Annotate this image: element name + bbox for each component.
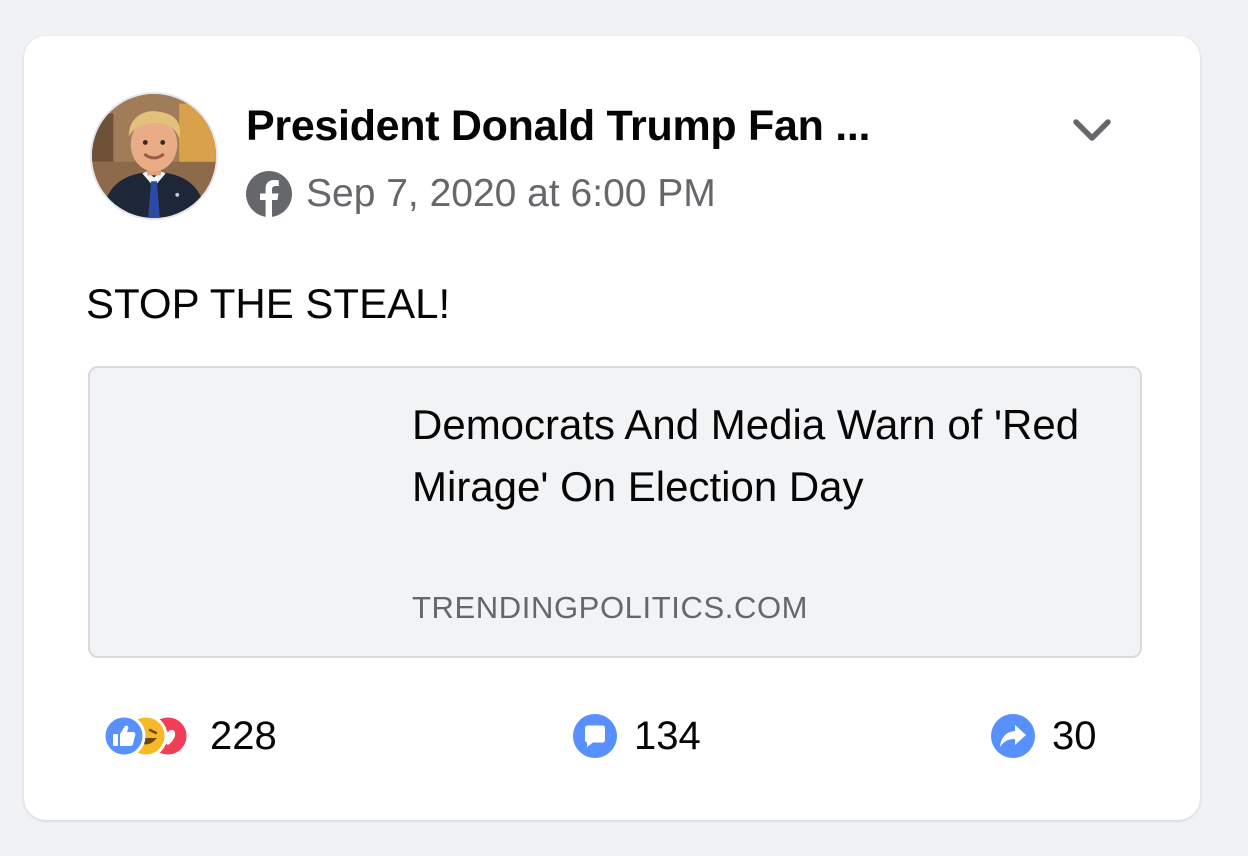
post-card: President Donald Trump Fan ... Sep 7, 20… <box>24 36 1200 820</box>
page-avatar[interactable] <box>90 92 218 220</box>
chevron-down-icon[interactable] <box>1068 110 1116 152</box>
share-icon <box>991 714 1035 758</box>
link-title[interactable]: Democrats And Media Warn of 'Red Mirage'… <box>412 394 1122 518</box>
comments-count: 134 <box>634 713 701 758</box>
facebook-icon <box>246 171 292 217</box>
reaction-icons <box>102 714 190 758</box>
link-domain: TRENDINGPOLITICS.COM <box>412 590 809 625</box>
comments-count-button[interactable]: 134 <box>572 710 701 762</box>
reactions-count-button[interactable]: 228 <box>102 710 277 762</box>
engagement-bar: 228 134 30 <box>102 710 1114 762</box>
page-name[interactable]: President Donald Trump Fan ... <box>246 102 870 151</box>
post-text: STOP THE STEAL! <box>86 280 451 327</box>
like-reaction-icon <box>102 714 146 758</box>
post-meta: Sep 7, 2020 at 6:00 PM <box>246 170 716 218</box>
reactions-count: 228 <box>210 713 277 758</box>
shares-count: 30 <box>1052 713 1097 758</box>
post-timestamp[interactable]: Sep 7, 2020 at 6:00 PM <box>306 172 716 216</box>
avatar-photo <box>92 94 216 218</box>
shares-count-button[interactable]: 30 <box>990 710 1097 762</box>
link-preview[interactable]: Democrats And Media Warn of 'Red Mirage'… <box>88 366 1142 658</box>
comment-icon <box>573 714 617 758</box>
